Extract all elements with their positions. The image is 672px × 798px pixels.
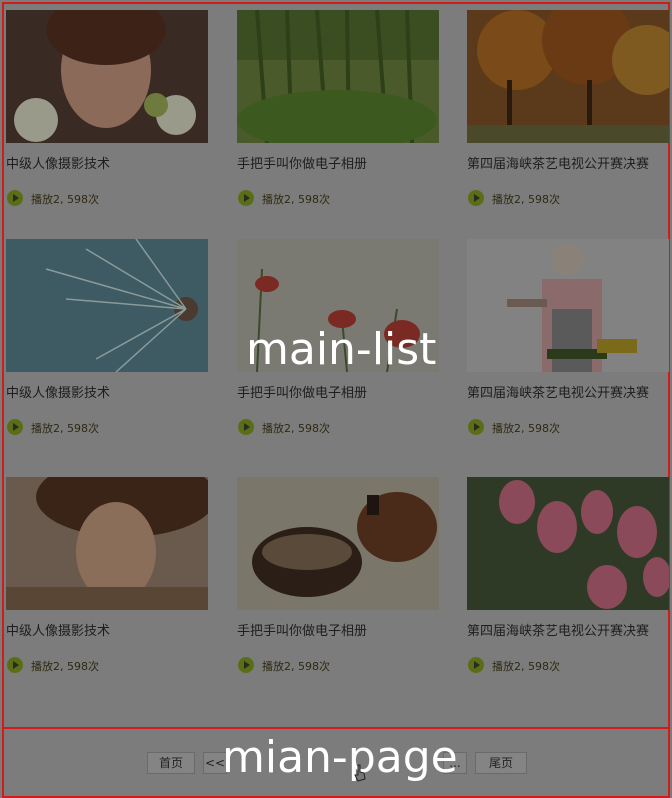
play-icon: [7, 657, 23, 673]
thumbnail-image[interactable]: [6, 477, 208, 610]
play-icon: [238, 190, 254, 206]
video-title[interactable]: 第四届海峡茶艺电视公开赛决赛: [467, 620, 672, 639]
video-title[interactable]: 手把手叫你做电子相册: [237, 620, 447, 639]
list-item[interactable]: 手把手叫你做电子相册 播放2, 598次: [237, 477, 439, 673]
list-item[interactable]: 中级人像摄影技术 播放2, 598次: [6, 477, 208, 673]
play-icon: [238, 657, 254, 673]
hand-cursor-icon: [354, 764, 366, 782]
play-icon: [7, 190, 23, 206]
video-title[interactable]: 中级人像摄影技术: [6, 382, 216, 401]
video-title[interactable]: 中级人像摄影技术: [6, 620, 216, 639]
video-title[interactable]: 手把手叫你做电子相册: [237, 382, 447, 401]
list-item[interactable]: 中级人像摄影技术 播放2, 598次: [6, 10, 208, 206]
play-icon: [238, 419, 254, 435]
play-icon: [468, 657, 484, 673]
main-list-label: main-list: [246, 324, 437, 375]
video-title[interactable]: 中级人像摄影技术: [6, 153, 216, 172]
video-title[interactable]: 第四届海峡茶艺电视公开赛决赛: [467, 153, 672, 172]
page-label: mian-page: [222, 732, 458, 783]
thumbnail-image[interactable]: [6, 10, 208, 143]
list-item[interactable]: 手把手叫你做电子相册 播放2, 598次: [237, 10, 439, 206]
first-page-button[interactable]: 首页: [147, 752, 195, 774]
section-divider: [2, 727, 670, 729]
list-item[interactable]: 第四届海峡茶艺电视公开赛决赛 播放2, 598次: [467, 239, 669, 435]
video-title[interactable]: 手把手叫你做电子相册: [237, 153, 447, 172]
thumbnail-image[interactable]: [237, 477, 439, 610]
list-item[interactable]: 中级人像摄影技术 播放2, 598次: [6, 239, 208, 435]
thumbnail-image[interactable]: [467, 239, 669, 372]
video-title[interactable]: 第四届海峡茶艺电视公开赛决赛: [467, 382, 672, 401]
list-item[interactable]: 第四届海峡茶艺电视公开赛决赛 播放2, 598次: [467, 477, 669, 673]
thumbnail-image[interactable]: [467, 477, 669, 610]
thumbnail-image[interactable]: [467, 10, 669, 143]
thumbnail-image[interactable]: [237, 10, 439, 143]
thumbnail-image[interactable]: [6, 239, 208, 372]
play-icon: [468, 190, 484, 206]
last-page-button[interactable]: 尾页: [475, 752, 527, 774]
play-icon: [468, 419, 484, 435]
list-item[interactable]: 第四届海峡茶艺电视公开赛决赛 播放2, 598次: [467, 10, 669, 206]
play-icon: [7, 419, 23, 435]
